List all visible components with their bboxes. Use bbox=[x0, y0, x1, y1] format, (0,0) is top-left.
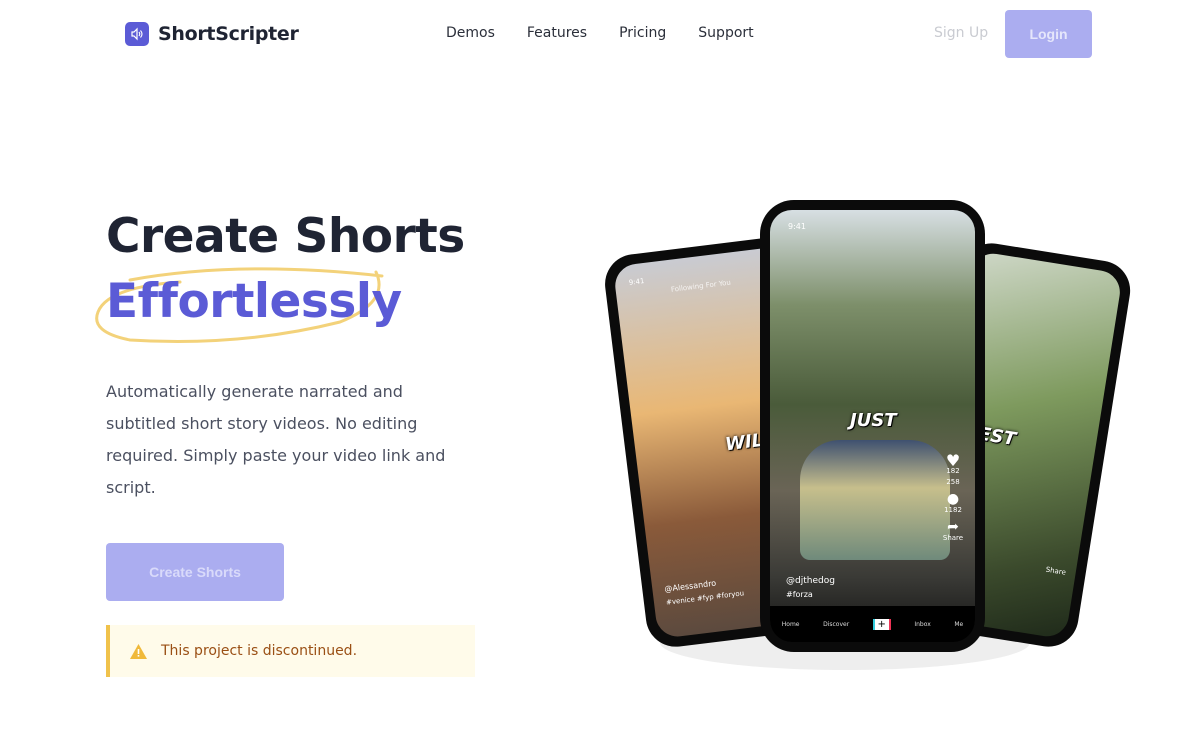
phone-tags: #forza bbox=[786, 590, 813, 599]
phone-time: 9:41 bbox=[628, 277, 645, 287]
hero-description: Automatically generate narrated and subt… bbox=[106, 382, 446, 497]
tab-me: Me bbox=[954, 620, 964, 628]
phone-share: Share bbox=[1045, 565, 1067, 577]
nav-link-support[interactable]: Support bbox=[698, 25, 753, 41]
tab-inbox: Inbox bbox=[914, 620, 931, 628]
phone-caption: JUST bbox=[850, 410, 897, 431]
notice-text: This project is discontinued. bbox=[161, 643, 358, 659]
brand-name: ShortScripter bbox=[158, 23, 299, 45]
nav-link-pricing[interactable]: Pricing bbox=[619, 25, 666, 41]
tab-discover: Discover bbox=[823, 620, 850, 628]
warning-icon bbox=[130, 643, 147, 659]
likes-count: 182 258 bbox=[946, 467, 960, 486]
hero-title: Create Shorts bbox=[106, 209, 465, 264]
comments-count: 1182 bbox=[944, 506, 962, 514]
phone-tabs: Following For You bbox=[670, 278, 732, 294]
phone-user: @djthedog bbox=[786, 576, 835, 586]
heart-icon[interactable]: ♥ bbox=[939, 453, 967, 469]
phone-tabbar: Home Discover + Inbox Me bbox=[770, 606, 975, 642]
hero-title-highlight: Effortlessly bbox=[106, 274, 402, 329]
speaker-icon bbox=[125, 22, 149, 46]
comment-icon[interactable]: ● bbox=[939, 492, 967, 506]
create-shorts-button[interactable]: Create Shorts bbox=[106, 543, 284, 601]
nav-link-features[interactable]: Features bbox=[527, 25, 587, 41]
phone-center: 9:41 JUST ♥ 182 258 ● 1182 ➦ Share @djth… bbox=[760, 200, 985, 652]
phone-time: 9:41 bbox=[788, 222, 806, 231]
share-icon[interactable]: ➦ bbox=[939, 520, 967, 534]
phone-user: @Alessandro bbox=[663, 578, 717, 594]
signup-link[interactable]: Sign Up bbox=[934, 25, 988, 41]
navbar: ShortScripter Demos Features Pricing Sup… bbox=[0, 0, 1200, 68]
nav-link-demos[interactable]: Demos bbox=[446, 25, 495, 41]
brand-logo[interactable]: ShortScripter bbox=[125, 22, 299, 46]
tab-home: Home bbox=[781, 620, 800, 628]
login-button[interactable]: Login bbox=[1005, 10, 1092, 58]
tab-create: + bbox=[872, 618, 891, 630]
car-image bbox=[800, 440, 950, 560]
share-label: Share bbox=[942, 534, 964, 542]
discontinued-notice: This project is discontinued. bbox=[106, 625, 475, 677]
